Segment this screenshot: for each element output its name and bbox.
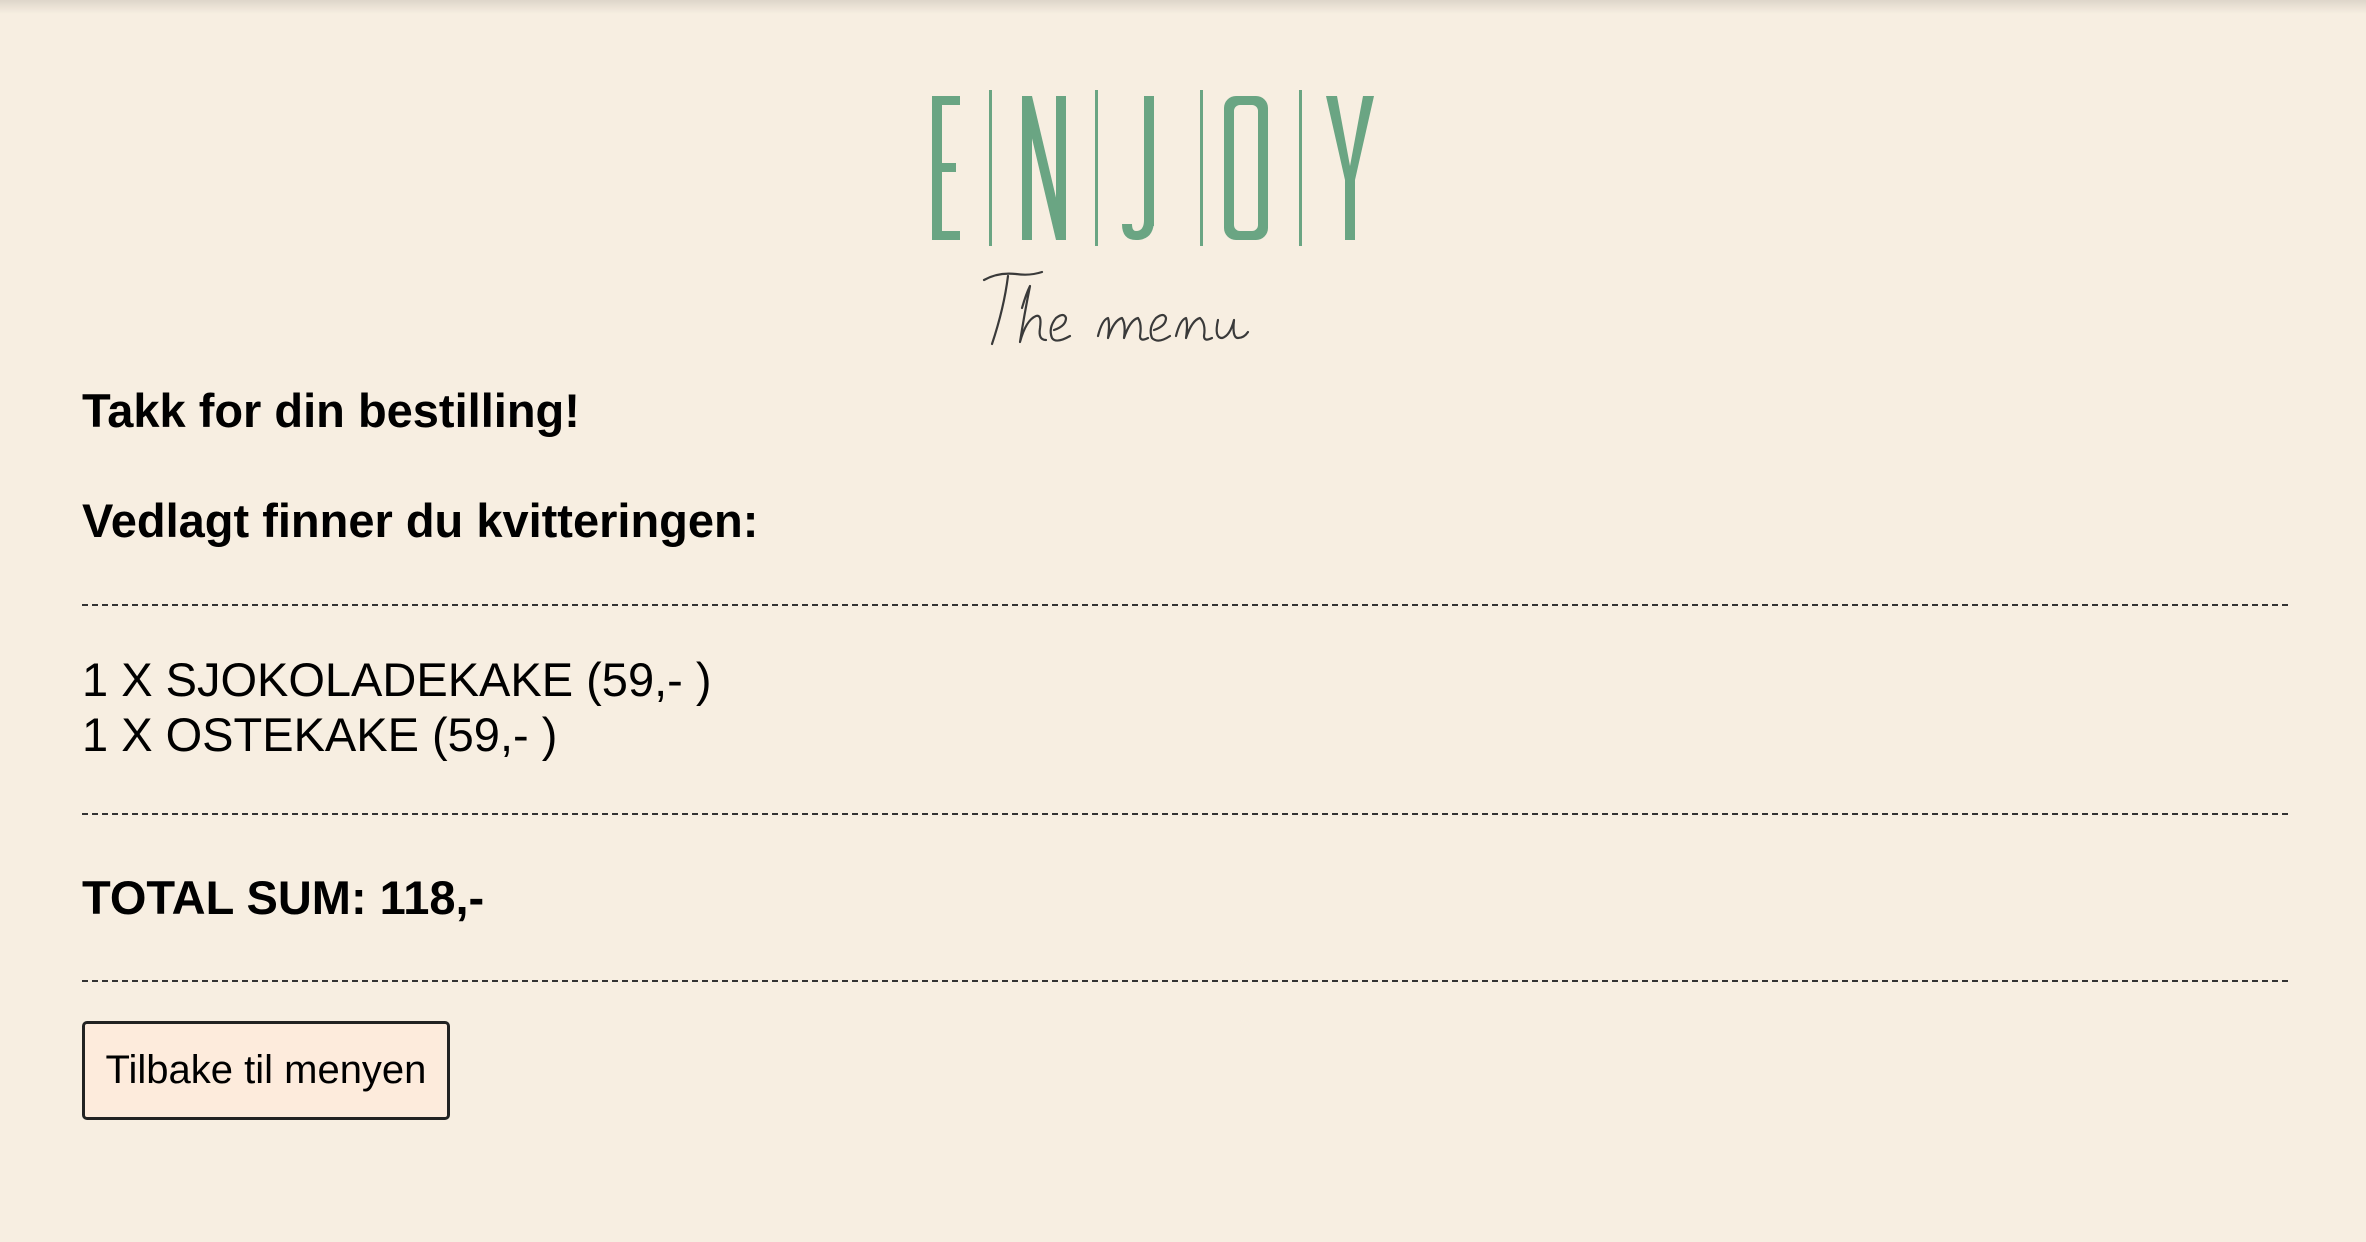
divider: [82, 604, 2288, 606]
divider: [82, 980, 2288, 982]
receipt-intro-heading: Vedlagt finner du kvitteringen:: [82, 494, 759, 547]
order-item: 1 X OSTEKAKE (59,- ): [82, 708, 558, 761]
order-item: 1 X SJOKOLADEKAKE (59,- ): [82, 653, 712, 706]
thank-you-heading: Takk for din bestilling!: [82, 384, 580, 437]
order-items-list: 1 X SJOKOLADEKAKE (59,- ) 1 X OSTEKAKE (…: [82, 652, 712, 762]
total-sum: TOTAL SUM: 118,-: [82, 871, 485, 924]
top-shadow: [0, 0, 2366, 14]
divider: [82, 813, 2288, 815]
back-to-menu-button[interactable]: Tilbake til menyen: [82, 1021, 450, 1120]
enjoy-logo: [918, 80, 1388, 360]
